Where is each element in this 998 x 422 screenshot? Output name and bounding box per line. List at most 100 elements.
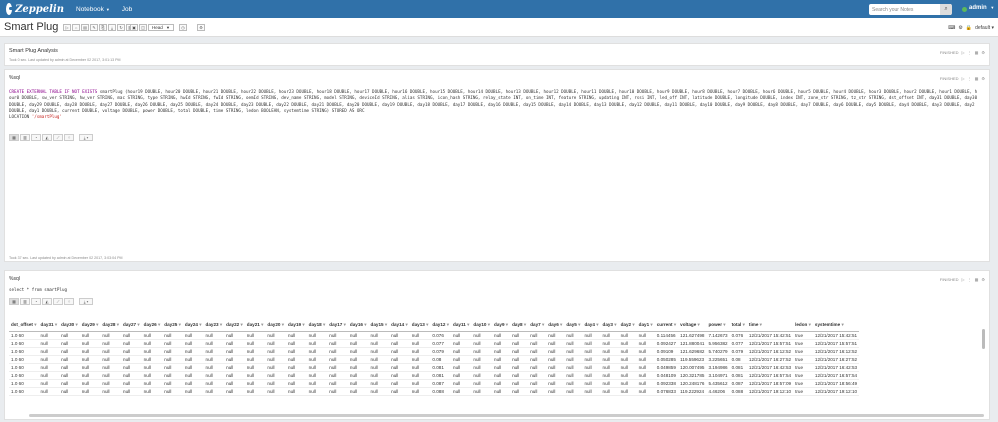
column-header[interactable]: day31 ▾ [38, 320, 60, 332]
brand-logo[interactable]: Zeppelin [6, 3, 64, 15]
hide-output-icon[interactable]: ▤ [81, 24, 89, 31]
area-chart-icon[interactable]: ◭ [42, 298, 52, 305]
column-menu-icon[interactable]: ▾ [280, 322, 284, 327]
history-icon[interactable]: ◫ [139, 24, 147, 31]
run-icon[interactable]: ▷ [962, 50, 965, 55]
hide-icon[interactable]: ⋮ [968, 277, 972, 282]
column-header[interactable]: day13 ▾ [409, 320, 431, 332]
column-menu-icon[interactable]: ▾ [486, 322, 490, 327]
column-menu-icon[interactable]: ▾ [384, 322, 387, 327]
run-icon[interactable]: ▷ [962, 76, 965, 81]
column-header[interactable]: total ▾ [729, 320, 747, 332]
column-header[interactable]: day16 ▾ [347, 320, 369, 332]
area-chart-icon[interactable]: ◭ [42, 134, 52, 141]
column-menu-icon[interactable]: ▾ [631, 322, 634, 327]
column-header[interactable]: day18 ▾ [306, 320, 328, 332]
column-menu-icon[interactable]: ▾ [541, 322, 544, 327]
job-menu[interactable]: Job [122, 6, 132, 13]
column-menu-icon[interactable]: ▾ [74, 322, 77, 327]
column-menu-icon[interactable]: ▾ [613, 322, 616, 327]
column-header[interactable]: day24 ▾ [182, 320, 204, 332]
column-menu-icon[interactable]: ▾ [219, 322, 222, 327]
lock-icon[interactable]: 🔒 [966, 25, 972, 31]
column-menu-icon[interactable]: ▾ [840, 322, 843, 327]
column-menu-icon[interactable]: ▾ [404, 322, 407, 327]
download-icon[interactable]: ⤓ ▾ [79, 298, 93, 305]
code-editor[interactable]: select * from smartPlug [9, 287, 979, 293]
download-icon[interactable]: ⤓ ▾ [79, 134, 93, 141]
column-menu-icon[interactable]: ▾ [157, 322, 160, 327]
bar-chart-icon[interactable]: ▥ [20, 134, 30, 141]
column-header[interactable]: day22 ▾ [224, 320, 245, 332]
column-header[interactable]: day8 ▾ [510, 320, 529, 332]
user-menu[interactable]: admin ▼ [969, 5, 994, 11]
column-menu-icon[interactable]: ▾ [577, 322, 580, 327]
column-header[interactable]: day20 ▾ [265, 320, 287, 332]
column-header[interactable]: day5 ▾ [564, 320, 583, 332]
column-menu-icon[interactable]: ▾ [136, 322, 139, 327]
settings-icon[interactable]: ⚙ [197, 24, 205, 31]
column-menu-icon[interactable]: ▾ [649, 322, 652, 327]
line-chart-icon[interactable]: ⟋ [53, 134, 63, 141]
column-header[interactable]: day6 ▾ [546, 320, 565, 332]
column-header[interactable]: time ▾ [746, 320, 794, 332]
column-header[interactable]: day21 ▾ [244, 320, 266, 332]
column-menu-icon[interactable]: ▾ [559, 322, 562, 327]
result-table[interactable]: dst_offset ▾ day31 ▾ day30 ▾ day29 ▾ day28 ▾… [9, 320, 979, 414]
column-header[interactable]: day2 ▾ [618, 320, 637, 332]
column-header[interactable]: power ▾ [706, 320, 730, 332]
column-menu-icon[interactable]: ▾ [342, 322, 346, 327]
column-menu-icon[interactable]: ▾ [673, 322, 676, 327]
column-menu-icon[interactable]: ▾ [115, 322, 119, 327]
column-menu-icon[interactable]: ▾ [425, 322, 428, 327]
table-row[interactable]: 1.0 60 null null null null null null null null nu… [9, 347, 860, 356]
column-menu-icon[interactable]: ▾ [696, 322, 700, 327]
code-editor[interactable]: CREATE EXTERNAL TABLE IF NOT EXISTS smar… [9, 89, 979, 120]
display-mode-select[interactable]: default ▾ [975, 25, 994, 31]
column-menu-icon[interactable]: ▾ [595, 322, 598, 327]
table-icon[interactable]: ▦ [975, 76, 979, 81]
column-menu-icon[interactable]: ▾ [807, 322, 811, 327]
notebook-menu[interactable]: Notebook ▼ [76, 6, 110, 13]
column-header[interactable]: dst_offset ▾ [9, 320, 39, 332]
pie-chart-icon[interactable]: ◔ [31, 298, 41, 305]
pie-chart-icon[interactable]: ◔ [31, 134, 41, 141]
note-title[interactable]: Smart Plug [4, 21, 58, 33]
search-input[interactable]: Search your Notes [869, 4, 951, 15]
column-header[interactable]: day28 ▾ [100, 320, 122, 332]
hide-code-icon[interactable]: ⇔ [72, 24, 80, 31]
column-header[interactable]: day3 ▾ [600, 320, 619, 332]
column-header[interactable]: current ▾ [654, 320, 679, 332]
column-header[interactable]: day4 ▾ [582, 320, 601, 332]
table-row[interactable]: 1.0 60 null null null null null null null null nu… [9, 363, 860, 372]
column-header[interactable]: day23 ▾ [203, 320, 225, 332]
column-header[interactable]: day29 ▾ [79, 320, 101, 332]
vertical-scrollbar[interactable] [982, 329, 985, 349]
scatter-chart-icon[interactable]: ⁘ [64, 298, 74, 305]
column-menu-icon[interactable]: ▾ [198, 322, 201, 327]
export-icon[interactable]: ⤓ [108, 24, 116, 31]
column-menu-icon[interactable]: ▾ [33, 322, 36, 327]
column-header[interactable]: day30 ▾ [59, 320, 80, 332]
run-all-icon[interactable]: ▷ [63, 24, 71, 31]
column-menu-icon[interactable]: ▾ [722, 322, 725, 327]
column-menu-icon[interactable]: ▾ [95, 322, 98, 327]
gear-icon[interactable]: ⚙ [981, 277, 985, 282]
gear-icon[interactable]: ⚙ [981, 76, 985, 81]
column-header[interactable]: ledon ▾ [793, 320, 813, 332]
line-chart-icon[interactable]: ⟋ [53, 298, 63, 305]
commit-icon[interactable]: ▣ [130, 24, 138, 31]
column-header[interactable]: day9 ▾ [492, 320, 511, 332]
column-header[interactable]: day11 ▾ [451, 320, 472, 332]
column-menu-icon[interactable]: ▾ [741, 322, 745, 327]
table-row[interactable]: 1.0 60 null null null null null null null null nu… [9, 387, 860, 396]
column-menu-icon[interactable]: ▾ [466, 322, 469, 327]
revision-select[interactable]: Head ▼ [148, 24, 174, 31]
table-row[interactable]: 1.0 60 null null null null null null null null nu… [9, 355, 860, 364]
scatter-chart-icon[interactable]: ⁘ [64, 134, 74, 141]
column-header[interactable]: day19 ▾ [286, 320, 307, 332]
column-menu-icon[interactable]: ▾ [54, 322, 57, 327]
table-icon[interactable]: ▦ [975, 50, 979, 55]
column-header[interactable]: day15 ▾ [368, 320, 390, 332]
column-menu-icon[interactable]: ▾ [363, 322, 366, 327]
